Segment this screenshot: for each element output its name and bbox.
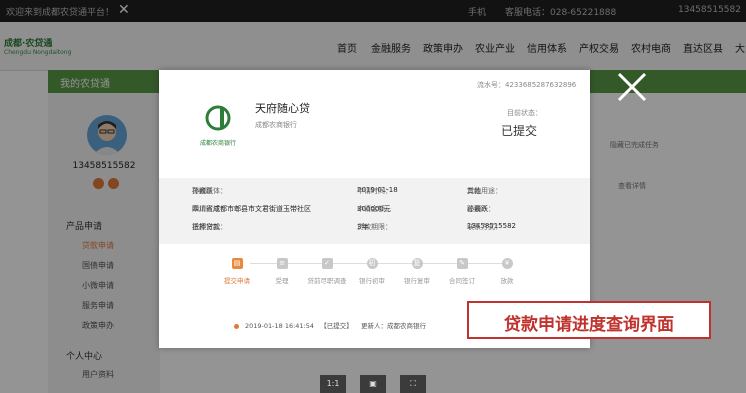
document-icon: ▤ bbox=[231, 258, 243, 269]
info-label: 联系方式： bbox=[467, 223, 502, 231]
checklist-icon: ✓ bbox=[321, 258, 333, 269]
info-label: 申请区域： bbox=[192, 205, 227, 213]
contract-icon: ✎ bbox=[456, 258, 468, 269]
step-second-review: 复银行复审 bbox=[404, 258, 430, 285]
serial-number: 流水号：4233685287632896 bbox=[477, 81, 577, 89]
bank-logo-caption: 成都农商银行 bbox=[200, 139, 236, 147]
info-label: 贷款期限： bbox=[357, 223, 392, 231]
step-due-diligence: ✓ 贷前尽职调查 bbox=[307, 258, 347, 285]
money-icon: ¥ bbox=[501, 258, 513, 269]
status-label: 目前状态： bbox=[507, 109, 542, 117]
zoom-actual-button[interactable]: 1:1 bbox=[320, 375, 346, 393]
log-updater: 更新人：成都农商银行 bbox=[361, 322, 427, 330]
progress-log-entry: 2019-01-18 16:41:54 【已提交】 更新人：成都农商银行 bbox=[234, 320, 426, 330]
second-review-icon: 复 bbox=[411, 258, 423, 269]
caption-text: 贷款申请进度查询界面 bbox=[504, 315, 674, 335]
timeline-dot-icon bbox=[234, 323, 239, 329]
bank-logo: 成都农商银行 bbox=[200, 105, 236, 147]
status-badge: 已提交 bbox=[501, 124, 538, 138]
info-label: 贷款主体： bbox=[192, 187, 227, 195]
list-icon: ≡ bbox=[276, 258, 288, 269]
fit-screen-button[interactable]: ▣ bbox=[360, 375, 386, 393]
viewer-toolbar: 1:1 ▣ ⛶ bbox=[320, 375, 428, 393]
application-info: 贷款主体： 孙巍跃 申请时间： 2019-01-18 贷款用途： 其他 申请区域： 四川… bbox=[159, 178, 590, 244]
info-label: 申请金额： bbox=[357, 205, 392, 213]
log-time: 2019-01-18 16:41:54 bbox=[245, 322, 315, 330]
step-first-review: 初银行初审 bbox=[359, 258, 385, 285]
bank-name: 成都农商银行 bbox=[255, 121, 297, 129]
info-label: 申请时间： bbox=[357, 187, 392, 195]
product-name: 天府随心贷 bbox=[255, 102, 310, 115]
fullscreen-button[interactable]: ⛶ bbox=[400, 375, 426, 393]
step-accept: ≡ 受理 bbox=[275, 258, 289, 285]
info-label: 贷款方式： bbox=[192, 223, 227, 231]
step-disburse: ¥ 放款 bbox=[500, 258, 514, 285]
info-label: 联系人： bbox=[467, 205, 495, 213]
first-review-icon: 初 bbox=[366, 258, 378, 269]
close-icon[interactable] bbox=[615, 70, 649, 104]
log-status: 【已提交】 bbox=[320, 322, 353, 330]
caption-banner: 贷款申请进度查询界面 bbox=[467, 301, 711, 339]
info-label: 贷款用途： bbox=[467, 187, 502, 195]
step-submit: ▤ 提交申请 bbox=[224, 258, 250, 285]
step-contract: ✎ 合同签订 bbox=[449, 258, 475, 285]
